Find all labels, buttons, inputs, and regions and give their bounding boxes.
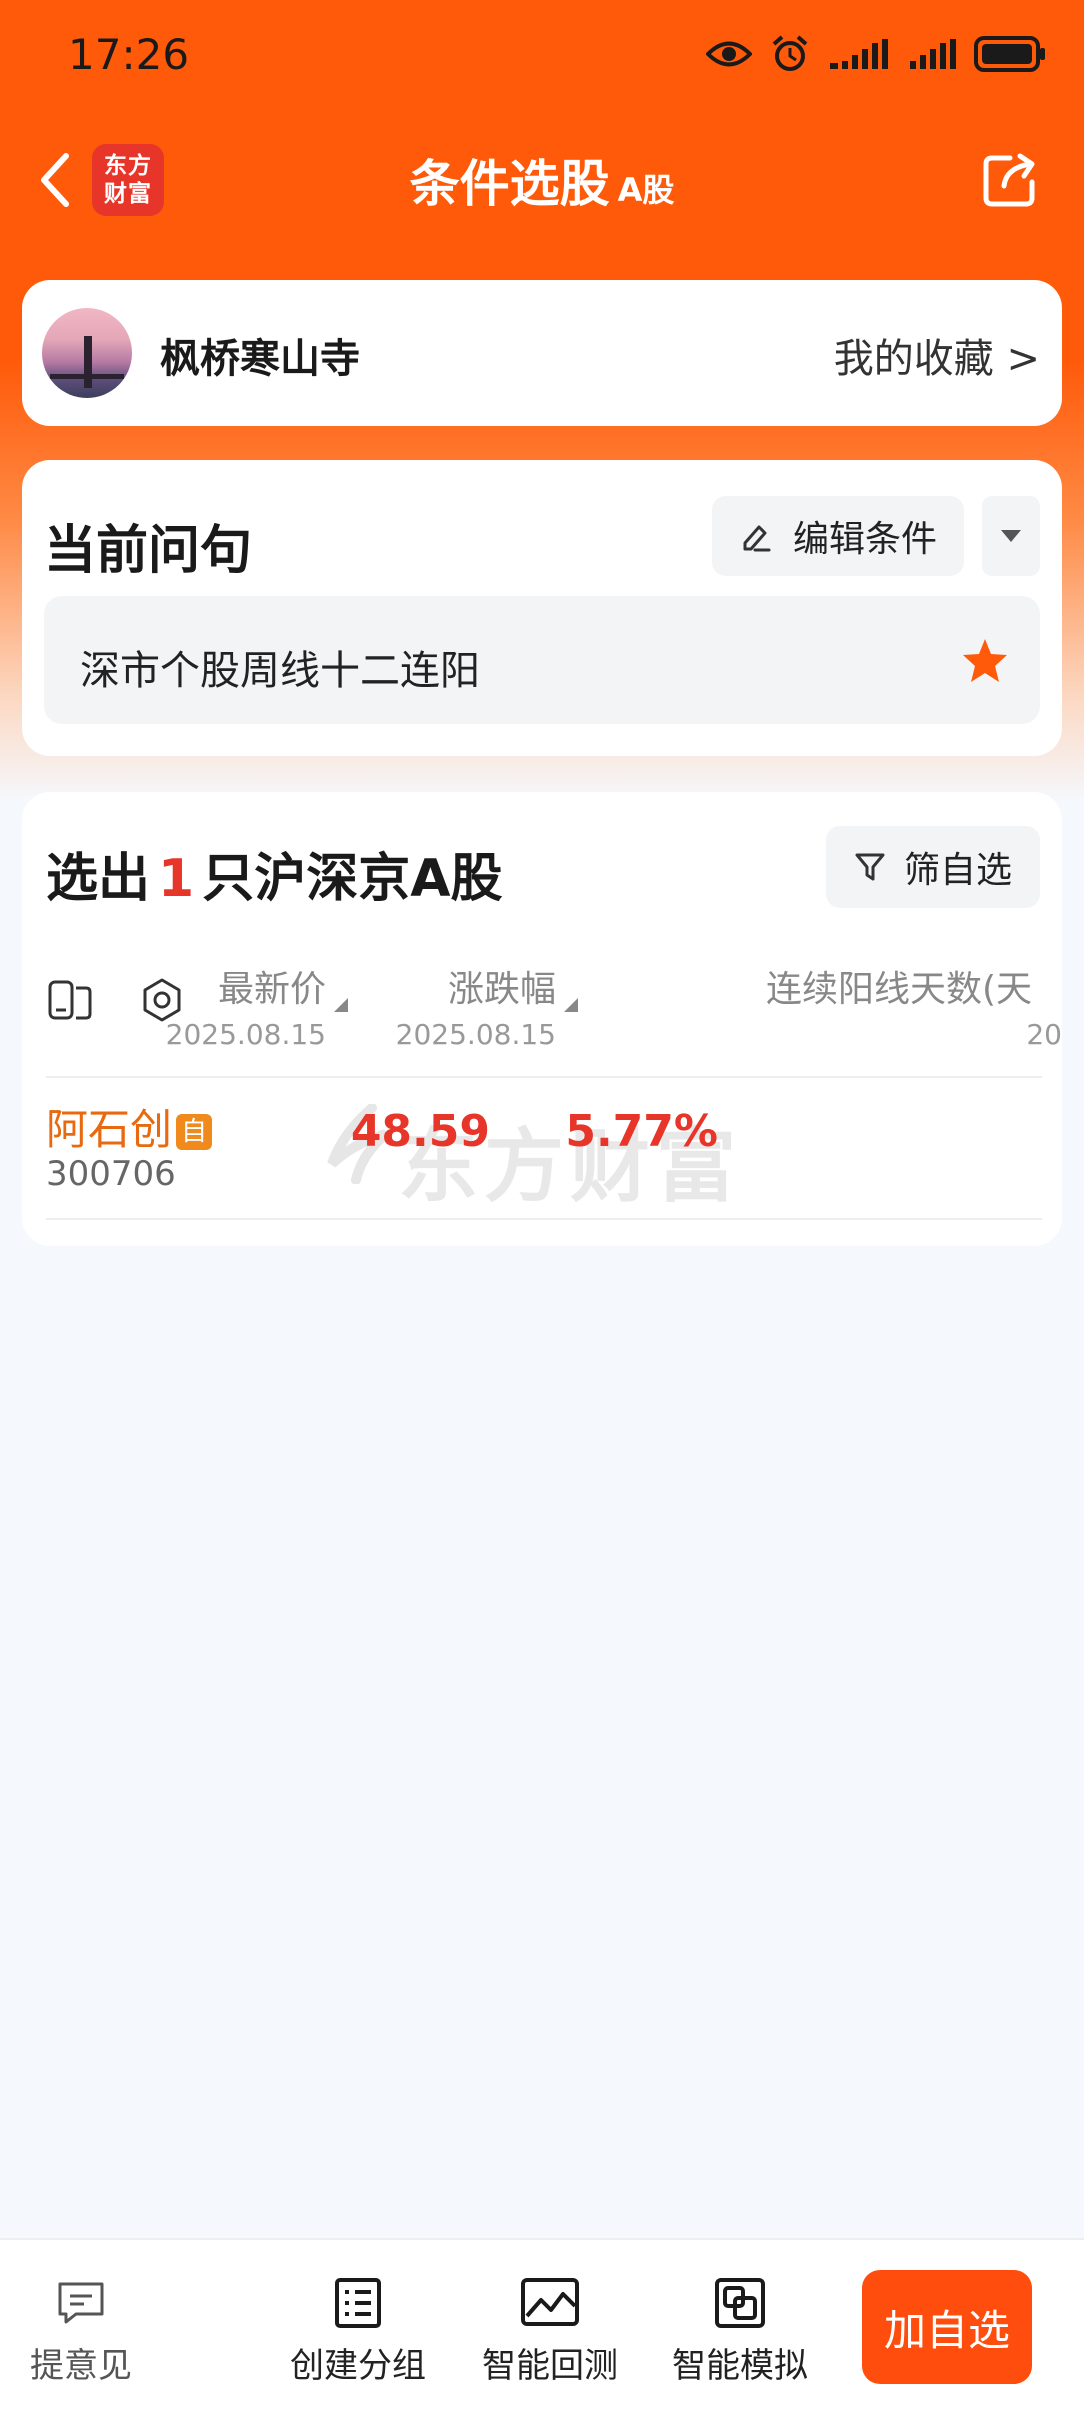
result-count: 1 [158, 849, 195, 909]
page-title: 条件选股 A股 [0, 144, 1084, 216]
share-icon [983, 153, 1035, 207]
eye-icon [706, 41, 752, 67]
smart-simulate-label: 智能模拟 [672, 2346, 808, 2386]
watchlist-badge: 自 [176, 1114, 213, 1150]
cellular-signal-icon [830, 39, 888, 69]
alarm-icon [772, 35, 808, 71]
add-to-watchlist-button[interactable]: 加自选 [862, 2270, 1032, 2384]
market-tag: A股 [617, 171, 675, 209]
query-box[interactable]: 深市个股周线十二连阳 [44, 596, 1040, 724]
filter-watchlist-label: 筛自选 [903, 850, 1012, 891]
stock-code: 300706 [46, 1154, 176, 1194]
table-row[interactable]: 阿石创自 300706 48.59 5.77% [22, 1082, 1062, 1206]
feedback-label: 提意见 [30, 2346, 132, 2386]
list-icon [335, 2278, 381, 2328]
avatar-pier [50, 374, 124, 379]
page-title-text: 条件选股 [409, 155, 610, 213]
stock-name: 阿石创自 [46, 1096, 213, 1157]
column-header-consecutive-days-date: 20 [1026, 1018, 1062, 1051]
create-group-label: 创建分组 [290, 2346, 426, 2386]
filter-icon [855, 853, 885, 881]
caret-down-icon [1001, 530, 1021, 542]
column-header-change-name: 涨跌幅 [447, 969, 556, 1010]
stock-price: 48.59 [350, 1106, 490, 1157]
battery-icon [974, 36, 1045, 72]
status-time: 17:26 [68, 30, 190, 79]
edit-icon [743, 525, 771, 552]
result-title: 选出 1 只沪深京A股 [46, 836, 502, 911]
column-header-change[interactable]: 涨跌幅 2025.08.15 [395, 960, 578, 1051]
cellular-signal-2-icon [910, 39, 956, 69]
column-header-consecutive-days-name: 连续阳线天数(天 [766, 969, 1033, 1010]
query-section-title: 当前问句 [44, 521, 253, 581]
star-icon[interactable] [960, 636, 1010, 686]
create-group-button[interactable]: 创建分组 [290, 2276, 426, 2387]
column-header-price[interactable]: 最新价 2025.08.15 [165, 960, 348, 1051]
feedback-button[interactable]: 提意见 [30, 2276, 132, 2387]
table-divider [46, 1076, 1042, 1078]
sort-indicator-icon [564, 998, 578, 1012]
feedback-icon [58, 2282, 104, 2324]
user-card: 枫桥寒山寺 我的收藏 > [22, 280, 1062, 426]
avatar-tower [84, 336, 92, 388]
user-name: 枫桥寒山寺 [160, 336, 360, 382]
smart-backtest-button[interactable]: 智能回测 [482, 2276, 618, 2387]
result-title-prefix: 选出 [46, 849, 151, 909]
edit-conditions-button[interactable]: 编辑条件 [712, 496, 964, 576]
avatar[interactable] [42, 308, 132, 398]
bottom-action-bar: 提意见 创建分组 智能回测 智能模拟 加自选 [0, 2238, 1084, 2412]
nav-bar: 东方 财富 条件选股 A股 [0, 130, 1084, 230]
edit-conditions-label: 编辑条件 [792, 519, 937, 560]
result-card: 选出 1 只沪深京A股 筛自选 最新价 2025.08.15 涨跌幅 2025.08… [22, 792, 1062, 1246]
status-bar: 17:26 [0, 0, 1084, 110]
status-icons [706, 34, 1046, 74]
column-header-consecutive-days[interactable]: 连续阳线天数(天 20 [766, 960, 1062, 1051]
column-header-change-date: 2025.08.15 [395, 1018, 556, 1051]
smart-simulate-button[interactable]: 智能模拟 [672, 2276, 808, 2387]
column-header-price-name: 最新价 [217, 969, 326, 1010]
simulate-icon [715, 2278, 765, 2328]
filter-watchlist-button[interactable]: 筛自选 [826, 826, 1040, 908]
row-divider [46, 1218, 1042, 1220]
stock-name-text: 阿石创 [46, 1105, 173, 1154]
smart-backtest-label: 智能回测 [482, 2346, 618, 2386]
sort-indicator-icon [334, 998, 348, 1012]
query-dropdown-button[interactable] [982, 496, 1040, 576]
chart-image-icon [521, 2278, 579, 2326]
current-query-card: 当前问句 编辑条件 深市个股周线十二连阳 [22, 460, 1062, 756]
share-button[interactable] [974, 144, 1046, 216]
result-title-suffix: 只沪深京A股 [202, 849, 503, 909]
column-header-price-date: 2025.08.15 [165, 1018, 326, 1051]
stock-change: 5.77% [565, 1106, 718, 1157]
my-favorites-link[interactable]: 我的收藏 > [834, 326, 1040, 384]
query-text: 深市个股周线十二连阳 [80, 648, 480, 694]
column-switch-icon[interactable] [46, 976, 94, 1024]
